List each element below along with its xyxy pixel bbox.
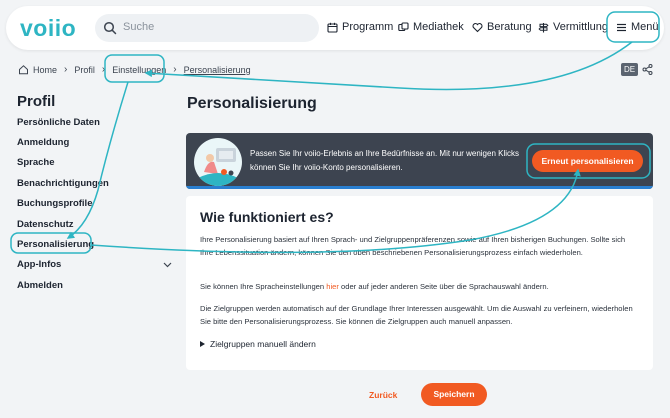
nav-beratung[interactable]: Beratung <box>472 21 532 33</box>
card-paragraph-3: Die Zielgruppen werden automatisch auf d… <box>200 304 633 326</box>
hamburger-icon <box>617 23 626 31</box>
breadcrumb: Home › Profil › Einstellungen › Personal… <box>18 64 251 75</box>
breadcrumb-personalisierung[interactable]: Personalisierung <box>184 65 251 75</box>
nav-mediathek-label: Mediathek <box>413 21 464 33</box>
card-paragraph-1: Ihre Personalisierung basiert auf Ihren … <box>200 235 626 257</box>
card-heading: Wie funktioniert es? <box>200 209 334 225</box>
share-icon[interactable] <box>642 64 653 75</box>
nav-vermittlung-label: Vermittlung <box>553 21 609 33</box>
heart-hand-icon <box>472 22 483 32</box>
banner-accent-bar <box>186 186 653 189</box>
menu-button[interactable]: Menü <box>616 21 659 33</box>
media-icon <box>398 21 409 31</box>
card-paragraph-2-text-end: oder auf jeder anderen Seite über die Sp… <box>338 282 549 291</box>
top-navigation-bar: voiio Suche Programm Mediathek Beratung … <box>6 6 664 50</box>
nav-vermittlung[interactable]: Vermittlung <box>538 21 608 33</box>
nav-programm[interactable]: Programm <box>327 21 393 33</box>
expander-label: Zielgruppen manuell ändern <box>210 339 316 349</box>
signpost-icon <box>538 22 549 32</box>
nav-mediathek[interactable]: Mediathek <box>398 21 464 33</box>
chevron-down-icon[interactable] <box>163 262 172 268</box>
breadcrumb-profil[interactable]: Profil <box>74 65 95 75</box>
personalization-banner: Passen Sie Ihr voiio-Erlebnis an Ihre Be… <box>186 133 653 189</box>
nav-programm-label: Programm <box>342 21 394 33</box>
chevron-right-icon: › <box>101 64 106 75</box>
person-illustration-icon <box>194 138 242 186</box>
sidebar-item-abmelden[interactable]: Abmelden <box>17 280 63 291</box>
search-input[interactable]: Suche <box>95 14 319 42</box>
nav-beratung-label: Beratung <box>487 21 532 33</box>
personalize-again-button[interactable]: Erneut personalisieren <box>532 150 643 172</box>
calendar-icon <box>327 22 338 33</box>
back-button[interactable]: Zurück <box>369 390 397 400</box>
sidebar-item-benachrichtigungen[interactable]: Benachrichtigungen <box>17 178 109 189</box>
chevron-right-icon: › <box>64 64 68 75</box>
target-groups-expander[interactable]: Zielgruppen manuell ändern <box>200 339 316 349</box>
how-it-works-card: Wie funktioniert es? Ihre Personalisieru… <box>186 196 653 370</box>
voiio-logo[interactable]: voiio <box>20 15 76 42</box>
menu-label: Menü <box>631 21 659 33</box>
sidebar-item-datenschutz[interactable]: Datenschutz <box>17 219 73 230</box>
search-placeholder: Suche <box>123 21 155 33</box>
card-paragraph-2-text: Sie können Ihre Spracheinstellungen <box>200 282 327 291</box>
breadcrumb-home[interactable]: Home <box>33 65 57 75</box>
sidebar-item-anmeldung[interactable]: Anmeldung <box>17 137 69 148</box>
sidebar-item-app-infos[interactable]: App-Infos <box>17 259 61 270</box>
sidebar-title: Profil <box>17 93 56 110</box>
sidebar-item-personalisierung[interactable]: Personalisierung <box>17 239 94 250</box>
search-icon <box>103 21 117 35</box>
arrow-einstellungen-to-personalisierung <box>66 81 129 239</box>
card-paragraph-2: Sie können Ihre Spracheinstellungen hier… <box>200 281 640 294</box>
language-settings-link[interactable]: hier <box>326 282 339 291</box>
breadcrumb-einstellungen[interactable]: Einstellungen <box>112 65 166 75</box>
page-title: Personalisierung <box>187 95 317 112</box>
sidebar-item-sprache[interactable]: Sprache <box>17 157 55 168</box>
sidebar-item-buchungsprofile[interactable]: Buchungsprofile <box>17 198 92 209</box>
language-switcher[interactable]: DE <box>621 63 638 76</box>
chevron-right-icon: › <box>173 64 177 75</box>
banner-text: Passen Sie Ihr voiio-Erlebnis an Ihre Be… <box>250 149 520 172</box>
triangle-right-icon <box>200 341 205 347</box>
home-icon[interactable] <box>18 64 29 75</box>
save-button[interactable]: Speichern <box>421 383 487 406</box>
sidebar-item-persoenliche-daten[interactable]: Persönliche Daten <box>17 117 100 128</box>
